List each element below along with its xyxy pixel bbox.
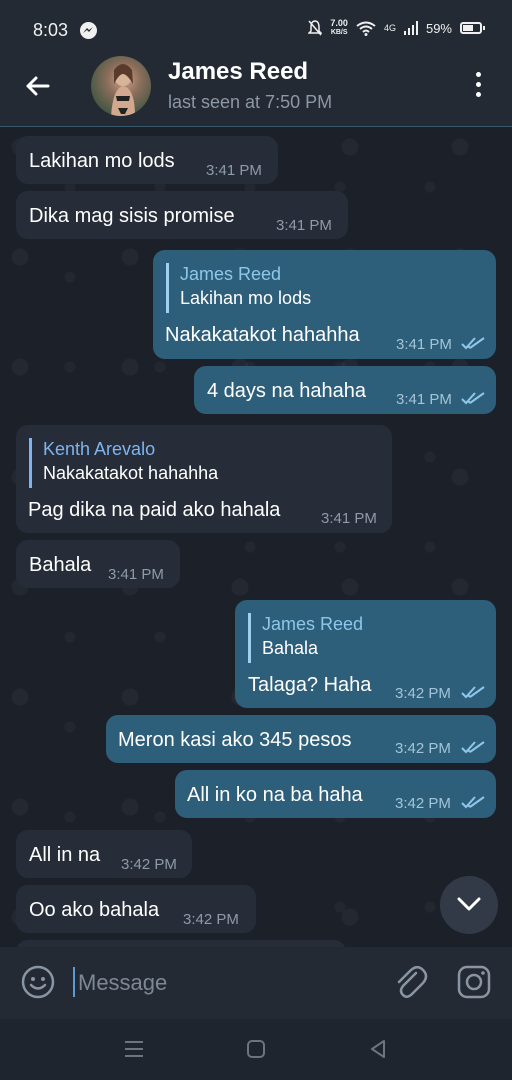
status-time: 8:03 (33, 20, 69, 40)
camera-icon[interactable] (456, 964, 492, 1000)
double-check-icon (461, 392, 485, 405)
chat-title[interactable]: James Reed (168, 58, 308, 86)
message-text: Meron kasi ako 345 pesos (118, 729, 352, 751)
message-text: Lakihan mo lods (29, 150, 175, 172)
double-check-icon (461, 686, 485, 699)
reply-author: James Reed (262, 614, 364, 634)
message-text: Oo ako bahala (29, 899, 160, 921)
scroll-down-button[interactable] (440, 876, 498, 934)
home-icon[interactable] (247, 1040, 265, 1058)
wifi-icon (356, 21, 376, 36)
battery-icon (460, 22, 485, 34)
status-indicators: 7.00 KB/S 4G 59% (308, 18, 485, 37)
message-bubble-outgoing[interactable]: 4 days na hahaha 3:41 PM (194, 366, 496, 414)
message-time: 3:41 PM (108, 566, 164, 583)
recents-icon[interactable] (124, 1040, 144, 1058)
message-text: Pag dika na paid ako hahala (28, 499, 281, 521)
text-cursor (73, 967, 75, 997)
message-text: Nakakatakot hahahha (165, 324, 360, 346)
mute-bell-icon (308, 20, 323, 36)
reply-author: Kenth Arevalo (43, 439, 156, 459)
message-text: All in ko na ba haha (187, 784, 363, 806)
message-time: 3:42 PM (183, 911, 239, 928)
message-text: All in na (29, 844, 101, 866)
message-text: Talaga? Haha (248, 674, 372, 696)
reply-quote[interactable]: Kenth Arevalo Nakakatakot hahahha (29, 438, 218, 488)
reply-text: Nakakatakot hahahha (43, 463, 219, 483)
more-vert-icon[interactable] (470, 72, 486, 102)
attach-icon[interactable] (392, 963, 428, 1001)
message-bubble-outgoing[interactable]: James Reed Bahala Talaga? Haha 3:42 PM (235, 600, 496, 708)
battery-label: 59% (425, 20, 452, 36)
reply-quote[interactable]: James Reed Bahala (248, 613, 363, 663)
back-triangle-icon[interactable] (368, 1039, 388, 1059)
messenger-icon (80, 22, 97, 39)
message-bubble-incoming[interactable]: Kenth Arevalo Nakakatakot hahahha Pag di… (16, 425, 392, 533)
message-bubble-incoming[interactable]: Dika mag sisis promise 3:41 PM (16, 191, 348, 239)
double-check-icon (461, 796, 485, 809)
message-time: 3:41 PM (206, 162, 262, 179)
message-time: 3:41 PM (396, 391, 452, 408)
message-bubble-incoming[interactable]: Bahala 3:41 PM (16, 540, 180, 588)
signal-label: 4G (383, 23, 396, 33)
message-text: 4 days na hahaha (207, 380, 367, 402)
message-bubble-incoming[interactable]: Oo ako bahala 3:42 PM (16, 885, 256, 933)
reply-text: Lakihan mo lods (180, 288, 312, 308)
message-bubble-outgoing[interactable]: James Reed Lakihan mo lods Nakakatakot h… (153, 250, 496, 359)
last-seen-status: last seen at 7:50 PM (168, 92, 333, 112)
net-speed: 7.00 KB/S (330, 18, 348, 37)
message-time: 3:42 PM (395, 795, 451, 812)
message-time: 3:41 PM (276, 217, 332, 234)
reply-quote[interactable]: James Reed Lakihan mo lods (166, 263, 311, 313)
message-text: Dika mag sisis promise (29, 205, 235, 227)
message-bubble-incoming[interactable]: Lakihan mo lods 3:41 PM (16, 136, 278, 184)
message-bubble-incoming[interactable] (16, 940, 346, 947)
emoji-icon[interactable] (20, 964, 56, 1000)
message-composer (0, 947, 512, 1019)
double-check-icon (461, 741, 485, 754)
signal-icon (403, 21, 418, 35)
message-bubble-outgoing[interactable]: All in ko na ba haha 3:42 PM (175, 770, 496, 818)
message-time: 3:42 PM (395, 740, 451, 757)
chevron-down-icon (457, 897, 481, 911)
reply-text: Bahala (262, 638, 319, 658)
status-bar: 8:03 7.00 KB/S 4G 59% (0, 0, 512, 46)
message-bubble-incoming[interactable]: All in na 3:42 PM (16, 830, 192, 878)
message-input[interactable] (76, 961, 380, 1005)
avatar[interactable] (91, 56, 151, 116)
message-time: 3:42 PM (395, 685, 451, 702)
chat-header: James Reed last seen at 7:50 PM (0, 46, 512, 127)
double-check-icon (461, 337, 485, 350)
message-bubble-outgoing[interactable]: Meron kasi ako 345 pesos 3:42 PM (106, 715, 496, 763)
message-list[interactable]: Lakihan mo lods 3:41 PM Dika mag sisis p… (0, 127, 512, 947)
system-nav-bar (0, 1019, 512, 1080)
message-text: Bahala (29, 554, 92, 576)
message-time: 3:41 PM (396, 336, 452, 353)
reply-author: James Reed (180, 264, 282, 284)
back-arrow-icon[interactable] (22, 70, 54, 102)
message-time: 3:41 PM (321, 510, 377, 527)
message-time: 3:42 PM (121, 856, 177, 873)
